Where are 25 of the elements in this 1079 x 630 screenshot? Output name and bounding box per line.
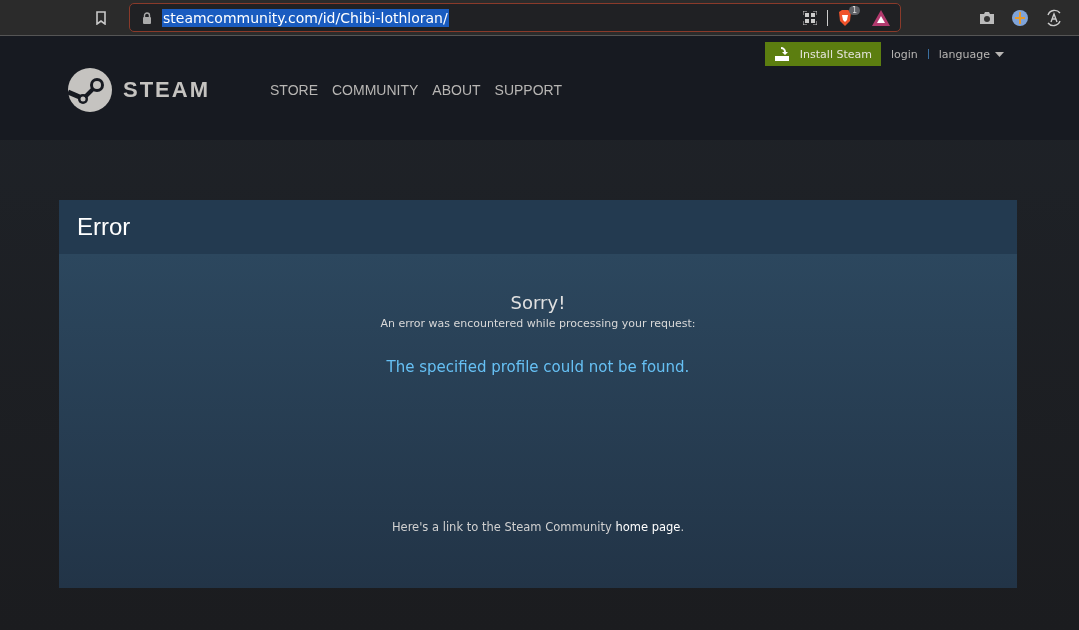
- triangle-icon[interactable]: [872, 9, 890, 26]
- address-bar[interactable]: steamcommunity.com/id/Chibi-lothloran/ 1: [129, 3, 901, 32]
- nav-link[interactable]: ABOUT: [432, 81, 481, 98]
- bookmark-icon[interactable]: [95, 10, 107, 25]
- nav-link[interactable]: COMMUNITY: [332, 81, 419, 98]
- url-text: steamcommunity.com/id/Chibi-lothloran/: [162, 8, 449, 27]
- translate-icon[interactable]: [1045, 8, 1063, 27]
- error-heading: Sorry!: [510, 292, 566, 313]
- error-message: The specified profile could not be found.: [386, 358, 690, 376]
- login-link[interactable]: login: [891, 47, 918, 61]
- nav-link[interactable]: STORE: [270, 81, 318, 98]
- qr-code-icon[interactable]: [803, 10, 817, 25]
- camera-icon[interactable]: [979, 10, 995, 25]
- caret-icon: [995, 51, 1004, 57]
- nav-link[interactable]: SUPPORT: [494, 81, 562, 98]
- install-steam-button[interactable]: Install Steam: [764, 42, 881, 66]
- count-badge: 1: [849, 5, 861, 15]
- steam-logo[interactable]: STEAM: [68, 67, 210, 112]
- steam-logo-icon: [68, 67, 112, 112]
- language-dropdown[interactable]: language: [938, 47, 1004, 61]
- error-title: Error: [77, 213, 131, 241]
- lock-icon: [142, 11, 152, 24]
- error-description: An error was encountered while processing your request:: [380, 317, 696, 330]
- download-icon: [773, 47, 790, 61]
- home-page-sentence: Here's a link to the Steam Community home page.: [391, 520, 685, 534]
